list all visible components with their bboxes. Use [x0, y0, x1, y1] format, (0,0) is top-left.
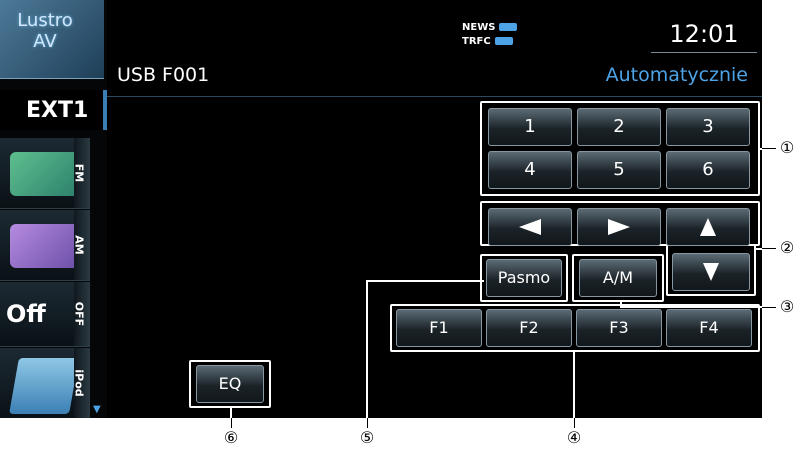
- callout-5: ⑤: [359, 428, 375, 447]
- next-button[interactable]: [577, 208, 661, 246]
- source-fm-button[interactable]: FM: [0, 138, 90, 209]
- scroll-down-icon[interactable]: ▼: [93, 404, 101, 415]
- f2-button[interactable]: F2: [486, 309, 572, 347]
- truck-icon: [499, 23, 518, 31]
- callout-3: ③: [779, 297, 795, 316]
- car-icon: [494, 37, 513, 45]
- callout-leader-1: [762, 148, 776, 149]
- right-arrow-icon: [608, 219, 630, 235]
- preset-5-button[interactable]: 5: [577, 151, 661, 189]
- preset-2-button[interactable]: 2: [577, 108, 661, 146]
- eq-button[interactable]: EQ: [196, 365, 264, 403]
- down-button[interactable]: [672, 253, 750, 291]
- off-label: Off: [6, 300, 46, 328]
- header-divider: [107, 96, 762, 97]
- ipod-icon: [9, 358, 79, 414]
- fm-radio-icon: [10, 152, 80, 196]
- source-sidebar: Lustro AV EXT1 FM AM Off OFF iPod ▼: [0, 0, 107, 418]
- callout-leader-6: [231, 418, 232, 428]
- callout-line-5-v: [366, 280, 368, 418]
- off-tab-label: OFF: [72, 301, 86, 327]
- mode-label: Automatycznie: [605, 64, 748, 86]
- ipod-label: iPod: [72, 369, 86, 397]
- lustro-av-button[interactable]: Lustro AV: [0, 0, 104, 79]
- up-button[interactable]: [666, 208, 750, 246]
- callout-leader-4: [574, 418, 575, 428]
- callout-line-6: [230, 408, 232, 418]
- callout-line-5-h: [366, 280, 484, 282]
- clock: 12:01: [651, 20, 757, 53]
- lustro-label: Lustro: [17, 10, 73, 31]
- callout-leader-3: [762, 307, 776, 308]
- preset-6-button[interactable]: 6: [666, 151, 750, 189]
- callout-1: ①: [779, 138, 795, 157]
- traffic-info-indicator: NEWS TRFC: [462, 21, 518, 49]
- callout-2: ②: [779, 238, 795, 257]
- av-label: AV: [33, 31, 57, 52]
- trfc-label: TRFC: [462, 36, 491, 47]
- am-radio-icon: [10, 224, 80, 268]
- track-title: USB F001: [117, 64, 210, 86]
- source-am-button[interactable]: AM: [0, 210, 90, 281]
- f1-button[interactable]: F1: [396, 309, 482, 347]
- head-unit-screen: Lustro AV EXT1 FM AM Off OFF iPod ▼ NEWS…: [0, 0, 762, 418]
- callout-6: ⑥: [223, 428, 239, 447]
- preset-3-button[interactable]: 3: [666, 108, 750, 146]
- preset-1-button[interactable]: 1: [488, 108, 572, 146]
- f4-button[interactable]: F4: [666, 309, 752, 347]
- news-label: NEWS: [462, 22, 496, 33]
- callout-4: ④: [566, 428, 582, 447]
- up-arrow-icon: [700, 218, 716, 236]
- callout-leader-5: [367, 418, 368, 428]
- ext1-label: EXT1: [26, 98, 89, 123]
- callout-line-4: [573, 352, 575, 418]
- preset-4-button[interactable]: 4: [488, 151, 572, 189]
- source-off-button[interactable]: Off OFF: [0, 282, 90, 347]
- f3-button[interactable]: F3: [576, 309, 662, 347]
- source-ext1-current: EXT1: [0, 90, 107, 130]
- down-arrow-icon: [703, 263, 719, 281]
- lustro-av-label: Lustro AV: [2, 10, 88, 52]
- left-arrow-icon: [519, 219, 541, 235]
- callout-leader-2: [762, 248, 776, 249]
- prev-button[interactable]: [488, 208, 572, 246]
- source-ipod-button[interactable]: iPod: [0, 348, 90, 418]
- callout-line-3-h: [620, 306, 762, 308]
- am-label: AM: [72, 235, 86, 255]
- band-button[interactable]: Pasmo: [486, 259, 562, 297]
- auto-manual-button[interactable]: A/M: [579, 259, 657, 297]
- fm-label: FM: [72, 163, 86, 183]
